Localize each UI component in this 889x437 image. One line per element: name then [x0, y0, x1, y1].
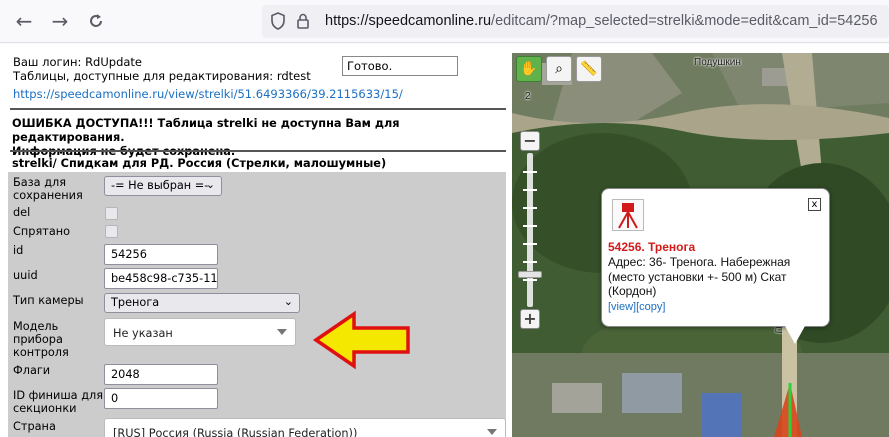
browser-toolbar: ← → https://speedcamonline.ru/editcam/?m… — [0, 0, 889, 43]
zoom-handle[interactable] — [518, 271, 542, 278]
zoom-tick — [523, 225, 537, 227]
zoom-tick — [523, 207, 537, 209]
model-label: Модель прибора контроля — [13, 320, 69, 359]
login-line: Ваш логин: RdUpdate — [13, 55, 143, 69]
uuid-input[interactable]: be458c98-c735-11e3- — [104, 268, 218, 289]
login-info: Ваш логин: RdUpdate Таблицы, доступные д… — [13, 55, 311, 83]
flags-label: Флаги — [13, 364, 51, 377]
pointer-arrow-icon — [312, 310, 410, 370]
error-line-1: ОШИБКА ДОСТУПА!!! Таблица strelki не дос… — [12, 117, 400, 144]
finish-label: ID финиша для секционки — [13, 389, 104, 415]
forward-arrow-icon[interactable]: → — [47, 8, 73, 34]
table-title: strelki/ Спидкам для РД. Россия (Стрелки… — [12, 157, 387, 170]
country-label: Страна — [13, 420, 56, 433]
lock-icon[interactable] — [296, 12, 310, 34]
del-checkbox[interactable] — [105, 207, 118, 220]
map-toolbar: ✋ ⌕ 📏 — [516, 56, 602, 82]
camtype-select[interactable]: Тренога ⌄ — [104, 293, 300, 313]
camera-form: База для сохранения -= Не выбран =- ⌄ del … — [8, 172, 506, 437]
triangle-down-icon — [487, 429, 497, 435]
hidden-label: Спрятано — [13, 225, 71, 238]
camera-popup: x 54256. Тренога Адрес: 36- Тренога. Наб… — [601, 188, 830, 344]
hand-pan-icon[interactable]: ✋ — [516, 56, 542, 82]
map-label: Подушкин — [694, 57, 741, 68]
zoom-box-icon[interactable]: ⌕ — [546, 56, 572, 82]
hidden-checkbox[interactable] — [105, 225, 118, 238]
model-select[interactable]: Не указан — [104, 318, 296, 346]
map-view[interactable]: Подушкин 2 Петров ✋ ⌕ 📏 − + x 54256 — [512, 53, 889, 437]
flags-input[interactable]: 2048 — [104, 364, 218, 385]
chevron-down-icon: ⌄ — [205, 178, 215, 191]
zoom-tick — [523, 171, 537, 173]
status-field: Готово. — [342, 56, 458, 76]
tables-line: Таблицы, доступные для редактирования: r… — [13, 69, 311, 83]
address-bar[interactable]: https://speedcamonline.ru/editcam/?map_s… — [262, 5, 889, 38]
popup-links[interactable]: [view][copy] — [608, 301, 665, 313]
close-icon[interactable]: x — [808, 198, 821, 211]
tripod-camera-icon — [612, 199, 644, 231]
triangle-down-icon — [277, 329, 287, 335]
popup-address: Адрес: 36- Тренога. Набережная (место ус… — [608, 255, 791, 298]
country-select[interactable]: [RUS] Россия (Russia (Russian Federation… — [104, 418, 506, 437]
back-arrow-icon[interactable]: ← — [11, 8, 37, 34]
ruler-icon[interactable]: 📏 — [576, 56, 602, 82]
base-select[interactable]: -= Не выбран =- ⌄ — [104, 176, 222, 196]
finish-input[interactable]: 0 — [104, 388, 218, 409]
zoom-out-button[interactable]: + — [520, 309, 540, 329]
id-label: id — [13, 244, 24, 257]
access-error: ОШИБКА ДОСТУПА!!! Таблица strelki не дос… — [12, 117, 512, 159]
del-label: del — [13, 206, 31, 219]
zoom-control: − + — [518, 131, 542, 331]
popup-title: 54256. Тренога — [608, 240, 696, 254]
page-content: Ваш логин: RdUpdate Таблицы, доступные д… — [0, 44, 889, 437]
zoom-tick — [523, 261, 537, 263]
map-label: 2 — [525, 91, 531, 102]
zoom-tick — [523, 279, 537, 281]
divider — [10, 150, 506, 152]
popup-tail — [785, 326, 805, 344]
chevron-down-icon: ⌄ — [283, 295, 293, 308]
camtype-label: Тип камеры — [13, 294, 84, 307]
url-text: https://speedcamonline.ru/editcam/?map_s… — [325, 13, 878, 29]
edit-panel: Ваш логин: RdUpdate Таблицы, доступные д… — [0, 44, 512, 437]
zoom-tick — [523, 189, 537, 191]
shield-icon[interactable] — [270, 12, 286, 34]
id-input[interactable]: 54256 — [104, 244, 218, 265]
divider — [10, 108, 506, 110]
zoom-tick — [523, 243, 537, 245]
view-link[interactable]: https://speedcamonline.ru/view/strelki/5… — [13, 87, 403, 101]
uuid-label: uuid — [13, 269, 38, 282]
zoom-in-button[interactable]: − — [520, 131, 540, 151]
zoom-slider[interactable] — [527, 153, 533, 307]
reload-icon[interactable] — [83, 8, 109, 34]
base-label: База для сохранения — [13, 176, 83, 202]
